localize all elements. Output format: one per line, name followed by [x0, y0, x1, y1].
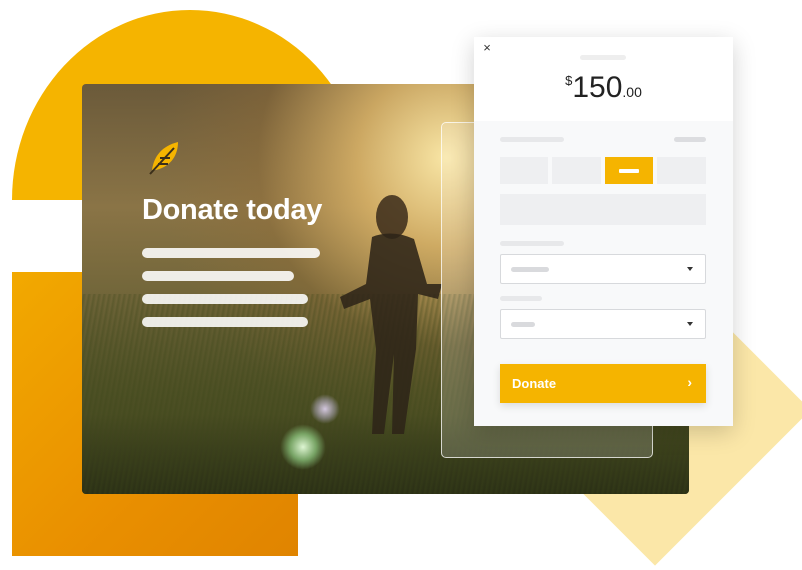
- label-placeholder: [500, 241, 564, 246]
- close-icon[interactable]: ×: [480, 41, 494, 55]
- lens-flare: [280, 424, 326, 470]
- header-placeholder: [580, 55, 626, 60]
- label-placeholder: [500, 296, 542, 301]
- lens-flare-small: [310, 394, 340, 424]
- option-segment-selected[interactable]: [605, 157, 653, 184]
- option-segment[interactable]: [657, 157, 706, 184]
- leaf-logo-icon: [149, 142, 178, 175]
- label-placeholder: [674, 137, 706, 142]
- dropdown-select[interactable]: [500, 254, 706, 284]
- chevron-right-icon: ›: [687, 374, 692, 390]
- select-value-placeholder: [511, 267, 549, 272]
- amount-whole: 150: [572, 71, 623, 104]
- select-value-placeholder: [511, 322, 535, 327]
- placeholder-text-line: [142, 317, 308, 327]
- amount-currency: $: [565, 73, 573, 88]
- amount-cents: .00: [622, 84, 642, 100]
- option-segment[interactable]: [552, 157, 601, 184]
- form-body: Donate ›: [474, 121, 733, 426]
- hero-title: Donate today: [142, 194, 323, 226]
- donation-amount: $150.00: [474, 71, 733, 105]
- caret-down-icon: [687, 267, 693, 271]
- donation-form-card: × $150.00 Donate ›: [474, 37, 733, 426]
- label-placeholder: [500, 137, 564, 142]
- placeholder-text-line: [142, 271, 294, 281]
- donate-button-label: Donate: [512, 376, 557, 391]
- amount-field[interactable]: [500, 194, 706, 225]
- person-silhouette: [340, 195, 442, 434]
- option-segment[interactable]: [500, 157, 548, 184]
- placeholder-text-line: [142, 294, 308, 304]
- placeholder-text-line: [142, 248, 320, 258]
- selected-dash: [619, 169, 639, 173]
- caret-down-icon: [687, 322, 693, 326]
- donate-button[interactable]: Donate ›: [500, 364, 706, 403]
- dropdown-select[interactable]: [500, 309, 706, 339]
